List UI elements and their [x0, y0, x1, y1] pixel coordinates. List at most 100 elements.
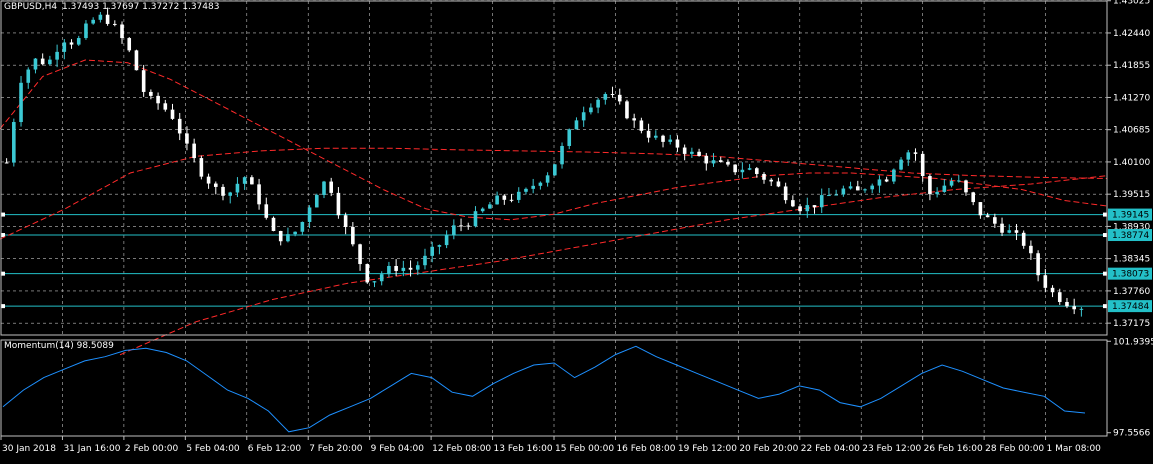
candle-body: [718, 160, 723, 162]
candle-body: [848, 186, 853, 189]
chart-svg[interactable]: 1.43025 1.42440 1.41855 1.41270 1.40685 1.401…: [0, 0, 1153, 460]
candle-body: [466, 225, 471, 227]
price-tag-label: 1.38774: [1112, 231, 1149, 241]
candle-body: [408, 267, 413, 270]
candle-body: [841, 188, 846, 195]
candle-body: [113, 23, 117, 25]
candle-body: [62, 42, 67, 52]
candle-body: [206, 176, 211, 184]
candle-body: [1029, 245, 1033, 254]
candle-body: [343, 215, 348, 227]
line-anchor-handle[interactable]: [1103, 212, 1107, 217]
candle-body: [221, 186, 225, 196]
candle-body: [819, 195, 824, 208]
candle-body: [40, 58, 45, 65]
time-tick-label: 16 Feb 08:00: [616, 444, 675, 454]
candle-body: [863, 189, 867, 191]
candle-body: [711, 160, 716, 164]
time-tick-label: 5 Feb 04:00: [186, 444, 240, 454]
candle-body: [488, 204, 492, 209]
candle-body: [531, 185, 535, 189]
candle-body: [783, 186, 788, 201]
candle-body: [257, 184, 261, 205]
price-tick-label: 1.38345: [1113, 255, 1150, 265]
line-anchor-handle[interactable]: [1103, 233, 1107, 238]
candle-body: [91, 19, 95, 24]
candle-body: [120, 24, 124, 39]
time-tick-label: 9 Feb 04:00: [371, 444, 425, 454]
time-tick-label: 26 Feb 16:00: [924, 444, 983, 454]
candle-body: [358, 244, 362, 265]
candle-body: [48, 59, 52, 65]
candle-body: [213, 183, 218, 187]
candle-body: [170, 109, 175, 119]
candle-body: [55, 51, 59, 60]
candle-body: [942, 185, 947, 192]
candle-body: [314, 194, 319, 208]
price-tick-label: 1.37175: [1113, 319, 1150, 329]
candle-body: [985, 215, 990, 218]
momentum-tick-label: 97.5566: [1113, 429, 1150, 439]
candle-body: [98, 14, 103, 20]
candle-body: [639, 120, 644, 131]
time-tick-label: 30 Jan 2018: [2, 444, 56, 454]
candle-body: [192, 143, 196, 159]
candle-body: [668, 139, 673, 142]
price-tick-label: 1.43025: [1113, 0, 1150, 7]
candle-body: [271, 217, 276, 231]
candle-body: [300, 221, 305, 232]
candle-body: [516, 191, 521, 200]
candle-body: [654, 135, 658, 138]
candle-body: [444, 235, 449, 246]
candle-body: [387, 265, 391, 275]
candle-body: [726, 161, 730, 165]
candle-body: [351, 226, 355, 245]
line-anchor-handle[interactable]: [1, 304, 5, 309]
candle-body: [740, 169, 745, 173]
candle-body: [754, 168, 759, 174]
candle-body: [365, 264, 370, 283]
candle-body: [884, 179, 889, 182]
line-anchor-handle[interactable]: [1, 271, 5, 276]
candle-body: [603, 94, 608, 100]
candle-body: [906, 152, 911, 160]
candle-body: [336, 192, 341, 216]
chart-title: GBPUSD,H4: [4, 2, 57, 12]
time-tick-label: 1 Mar 08:00: [1047, 444, 1102, 454]
line-anchor-handle[interactable]: [1, 212, 5, 217]
candle-body: [12, 122, 16, 163]
candle-body: [459, 225, 463, 227]
candle-body: [76, 38, 81, 45]
candle-body: [69, 42, 74, 45]
candle-body: [834, 194, 838, 196]
price-tick-label: 1.41855: [1113, 61, 1150, 71]
candle-body: [928, 176, 932, 195]
candle-body: [964, 180, 968, 193]
candle-body: [791, 200, 795, 207]
candle-body: [473, 211, 478, 227]
candle-body: [762, 173, 766, 180]
candle-body: [646, 130, 651, 138]
candle-body: [423, 255, 427, 266]
candle-body: [581, 112, 586, 121]
candle-body: [1050, 287, 1055, 293]
candle-body: [401, 267, 406, 271]
candle-body: [1021, 232, 1026, 246]
candle-body: [1007, 230, 1012, 233]
candle-body: [935, 191, 939, 195]
candle-body: [307, 207, 312, 222]
line-anchor-handle[interactable]: [1103, 271, 1107, 276]
candle-body: [805, 205, 810, 212]
candle-body: [185, 133, 189, 144]
candle-body: [1072, 306, 1076, 310]
line-anchor-handle[interactable]: [1103, 304, 1107, 309]
trading-chart-window[interactable]: 1.43025 1.42440 1.41855 1.41270 1.40685 1.401…: [0, 0, 1153, 460]
price-tick-label: 1.40100: [1113, 158, 1150, 168]
candle-body: [567, 129, 572, 146]
candle-body: [430, 246, 434, 256]
candle-body: [250, 177, 254, 185]
candle-body: [480, 208, 485, 212]
line-anchor-handle[interactable]: [1, 233, 5, 238]
candle-body: [617, 94, 622, 102]
candle-body: [33, 58, 38, 70]
